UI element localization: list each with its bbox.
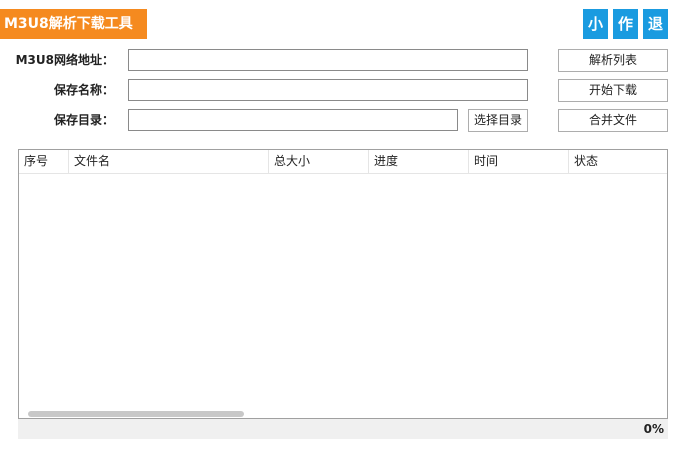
list-body	[19, 174, 667, 410]
file-list[interactable]: 序号 文件名 总大小 进度 时间 状态	[18, 149, 668, 419]
save-name-label: 保存名称：	[53, 83, 114, 97]
column-header-status[interactable]: 状态	[569, 150, 667, 173]
column-header-size[interactable]: 总大小	[269, 150, 369, 173]
save-name-input[interactable]	[128, 79, 528, 101]
exit-button[interactable]: 退	[643, 9, 668, 39]
horizontal-scrollbar[interactable]	[19, 410, 667, 418]
choose-dir-button[interactable]: 选择目录	[468, 109, 528, 132]
column-header-filename[interactable]: 文件名	[69, 150, 269, 173]
start-download-button[interactable]: 开始下载	[558, 79, 668, 102]
minimize-button[interactable]: 小	[583, 9, 608, 39]
column-header-time[interactable]: 时间	[469, 150, 569, 173]
column-header-index[interactable]: 序号	[19, 150, 69, 173]
app-title: M3U8解析下载工具	[0, 9, 147, 39]
author-button[interactable]: 作	[613, 9, 638, 39]
save-dir-input[interactable]	[128, 109, 458, 131]
save-dir-label: 保存目录：	[53, 113, 114, 127]
merge-files-button[interactable]: 合并文件	[558, 109, 668, 132]
scrollbar-thumb[interactable]	[28, 411, 244, 417]
url-input[interactable]	[128, 49, 528, 71]
column-header-progress[interactable]: 进度	[369, 150, 469, 173]
parse-list-button[interactable]: 解析列表	[558, 49, 668, 72]
url-label: M3U8网络地址：	[15, 53, 114, 67]
progress-bar: 0%	[18, 419, 668, 439]
list-header: 序号 文件名 总大小 进度 时间 状态	[19, 150, 667, 174]
progress-text: 0%	[643, 422, 664, 436]
